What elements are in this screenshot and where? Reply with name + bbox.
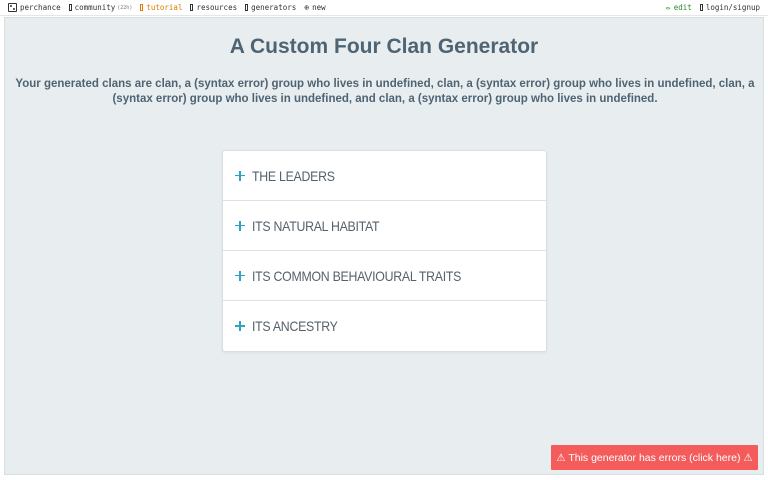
dice-icon <box>8 3 17 12</box>
accordion-item-label: THE LEADERS <box>252 167 335 184</box>
error-toast-button[interactable]: ⚠ This generator has errors (click here)… <box>551 445 758 470</box>
accordion-item-habitat[interactable]: ITS NATURAL HABITAT <box>223 201 546 251</box>
accordion-item-ancestry[interactable]: ITS ANCESTRY <box>223 301 546 351</box>
page-title: A Custom Four Clan Generator <box>229 35 539 58</box>
accordion-item-traits[interactable]: ITS COMMON BEHAVIOURAL TRAITS <box>223 251 546 301</box>
generators-icon <box>245 4 249 11</box>
nav-resources-label: resources <box>196 3 238 12</box>
accordion-item-label: ITS ANCESTRY <box>252 318 338 334</box>
nav-tutorial-link[interactable]: tutorial <box>140 3 182 12</box>
resources-icon <box>190 4 194 11</box>
generated-description: Your generated clans are clan, a (syntax… <box>15 78 755 105</box>
nav-tutorial-label: tutorial <box>146 3 183 12</box>
nav-edit-link[interactable]: ✏ edit <box>666 3 692 12</box>
nav-brand-link[interactable]: perchance <box>8 3 61 12</box>
plus-icon <box>235 170 245 181</box>
accordion: THE LEADERS ITS NATURAL HABITAT ITS COMM… <box>222 150 547 352</box>
plus-icon <box>235 270 245 281</box>
top-nav-bar: perchance community (22h) tutorial resou… <box>0 0 768 16</box>
nav-edit-label: edit <box>673 3 692 12</box>
nav-login-label: login/signup <box>705 3 760 12</box>
plus-icon <box>235 220 245 231</box>
nav-new-label: new <box>312 3 326 12</box>
nav-resources-link[interactable]: resources <box>190 3 237 12</box>
nav-login-link[interactable]: login/signup <box>699 3 760 12</box>
pencil-icon: ✏ <box>665 2 671 12</box>
nav-community-label: community <box>74 3 116 12</box>
accordion-item-leaders[interactable]: THE LEADERS <box>223 151 546 201</box>
nav-brand-label: perchance <box>20 3 61 12</box>
generator-panel: A Custom Four Clan Generator Your genera… <box>4 17 764 475</box>
nav-generators-link[interactable]: generators <box>245 3 296 12</box>
plus-icon <box>235 321 245 331</box>
nav-generators-label: generators <box>251 3 297 12</box>
accordion-item-label: ITS COMMON BEHAVIOURAL TRAITS <box>252 267 462 284</box>
accordion-item-label: ITS NATURAL HABITAT <box>252 217 380 234</box>
community-icon <box>68 4 72 11</box>
community-count: (22h) <box>117 4 133 11</box>
plus-circle-icon: ⊕ <box>304 2 310 12</box>
tutorial-icon <box>140 4 144 11</box>
nav-community-link[interactable]: community (22h) <box>68 3 133 12</box>
nav-new-link[interactable]: ⊕ new <box>304 3 325 12</box>
user-icon <box>699 4 703 11</box>
